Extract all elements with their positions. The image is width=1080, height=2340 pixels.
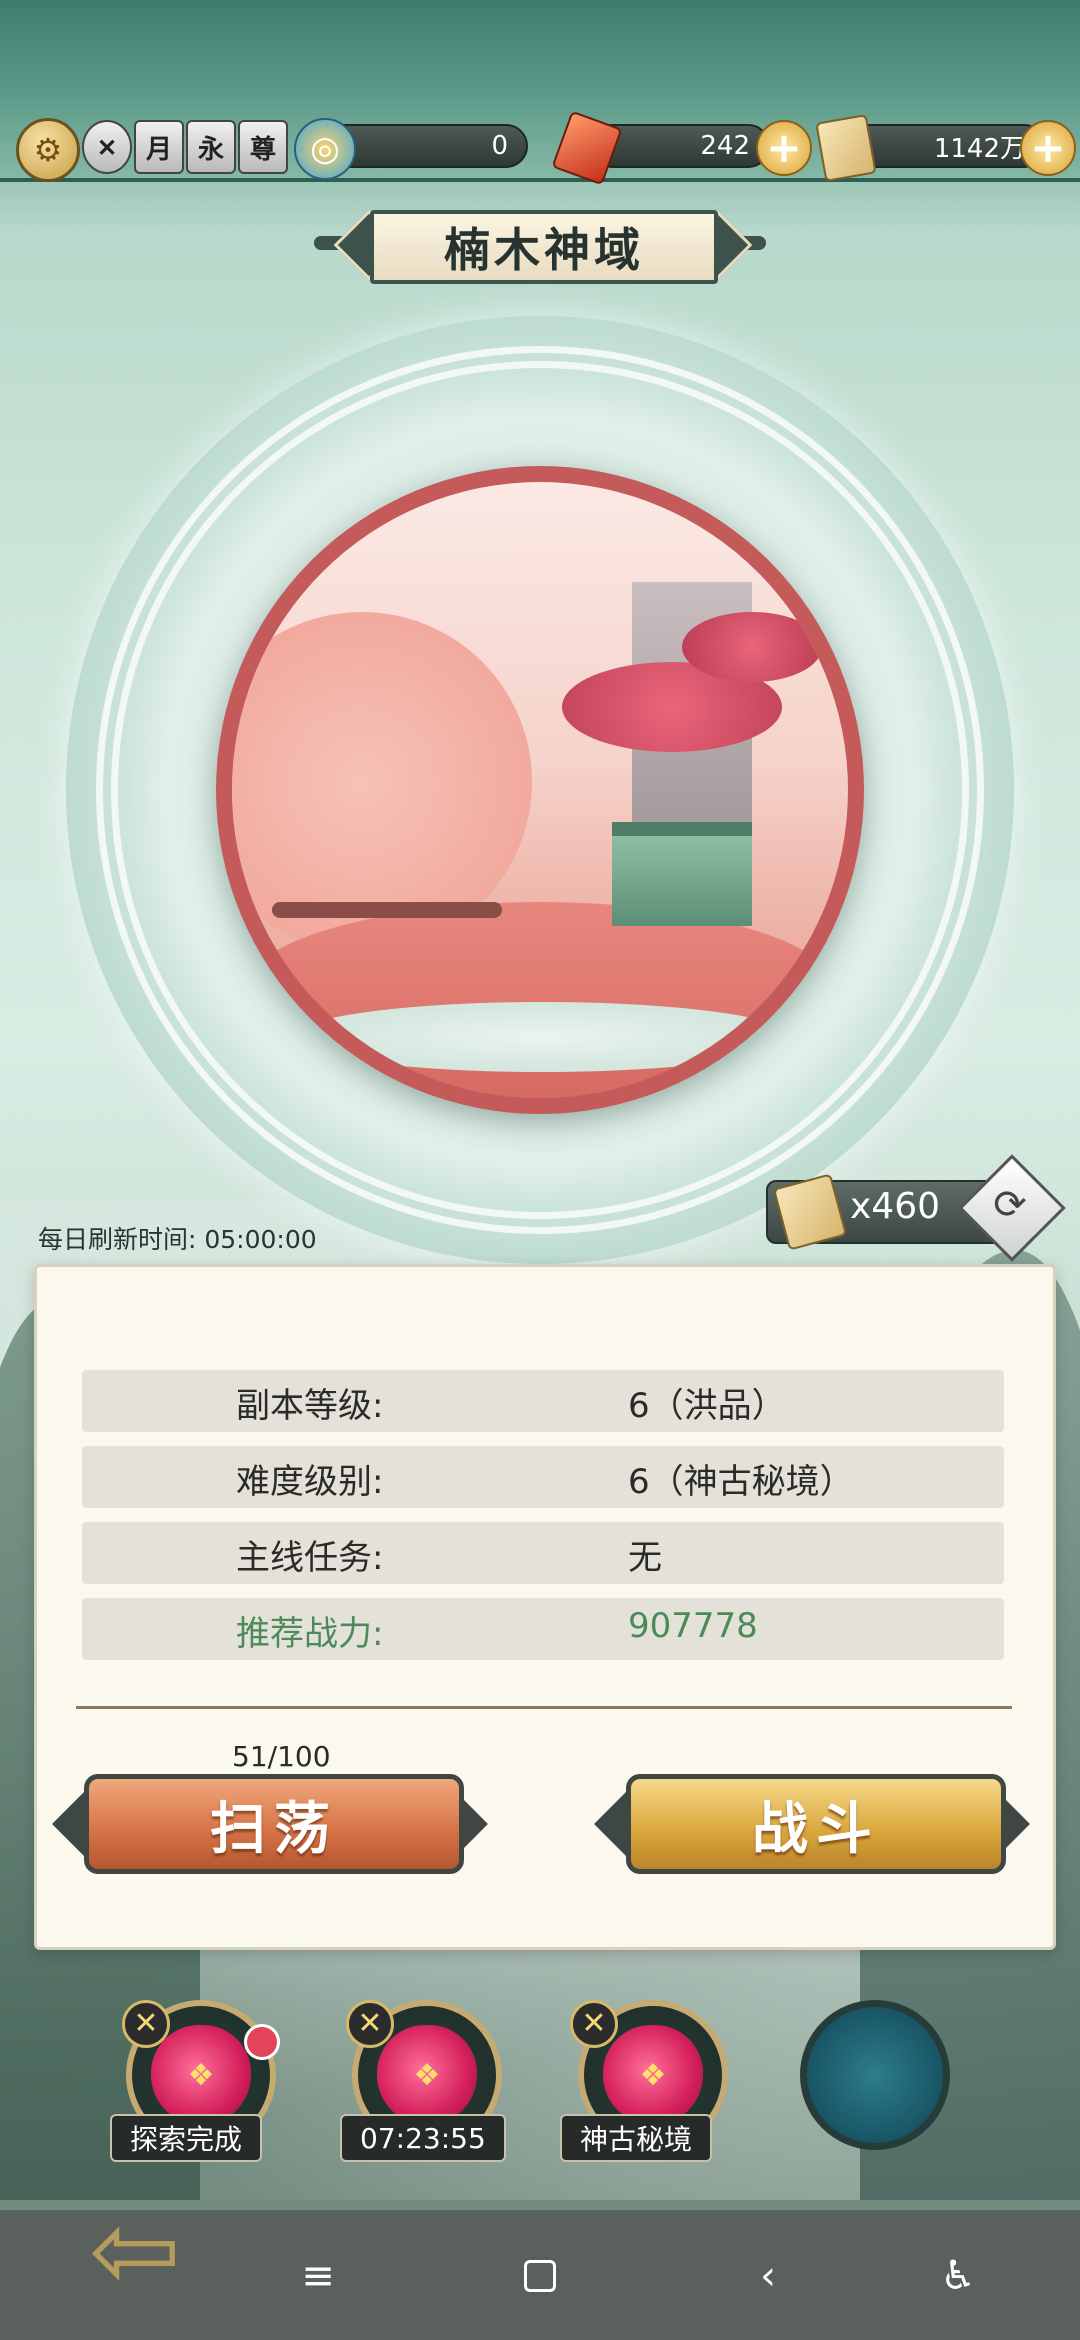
scene-water bbox=[292, 1002, 792, 1072]
scene-bridge bbox=[272, 902, 502, 918]
back-arrow-icon[interactable]: ⇦ bbox=[30, 2190, 240, 2310]
info-label: 主线任务: bbox=[236, 1538, 384, 1578]
accessibility-icon[interactable]: ♿ bbox=[928, 2246, 988, 2306]
add-scroll-button[interactable]: + bbox=[1020, 120, 1076, 176]
badge-noble-icon[interactable]: 尊 bbox=[238, 120, 288, 174]
info-label: 难度级别: bbox=[236, 1462, 384, 1502]
sweep-count: 51/100 bbox=[232, 1740, 331, 1773]
slot-label-secret-realm: 神古秘境 bbox=[560, 2114, 713, 2162]
slot-label-explore-done: 探索完成 bbox=[110, 2114, 263, 2162]
badge-month-icon[interactable]: 月 bbox=[134, 120, 184, 174]
close-icon[interactable]: ✕ bbox=[122, 2000, 170, 2048]
info-row-dungeon-level: 副本等级: 6（洪品） bbox=[82, 1370, 1004, 1432]
jade-currency-value: 0 bbox=[491, 131, 508, 161]
home-square-icon[interactable] bbox=[510, 2246, 570, 2306]
fight-button[interactable]: 战斗 bbox=[626, 1774, 1006, 1874]
info-value: 907778 bbox=[628, 1606, 758, 1646]
info-value: 6（神古秘境） bbox=[628, 1462, 854, 1502]
gem-currency-value: 242 bbox=[700, 131, 750, 161]
info-label: 副本等级: bbox=[236, 1386, 384, 1426]
jade-swirl-icon: ◎ bbox=[294, 118, 356, 180]
treasure-bag-icon: ❖ bbox=[603, 2025, 703, 2125]
dungeon-title: 楠木神域 bbox=[370, 210, 718, 284]
scroll-currency-counter: 1142万 bbox=[846, 124, 1046, 168]
slot-label-timer: 07:23:55 bbox=[340, 2114, 506, 2162]
close-icon[interactable]: ✕ bbox=[346, 2000, 394, 2048]
close-icon[interactable]: ✕ bbox=[570, 2000, 618, 2048]
dungeon-scene-image bbox=[232, 482, 848, 1098]
notification-dot bbox=[244, 2024, 280, 2060]
scene-house bbox=[612, 822, 752, 926]
scroll-currency-value: 1142万 bbox=[933, 133, 1026, 164]
info-row-recommended-power: 推荐战力: 907778 bbox=[82, 1598, 1004, 1660]
emblem-icon[interactable]: ✕ bbox=[82, 120, 132, 174]
menu-icon[interactable]: ≡ bbox=[288, 2246, 348, 2306]
scroll-icon bbox=[815, 113, 877, 183]
settings-gear-icon[interactable]: ⚙ bbox=[16, 118, 80, 182]
top-bar-border bbox=[0, 178, 1080, 182]
treasure-bag-icon: ❖ bbox=[151, 2025, 251, 2125]
treasure-slot-empty[interactable] bbox=[800, 2000, 950, 2150]
scene-sun bbox=[232, 612, 532, 952]
info-value: 6（洪品） bbox=[628, 1386, 786, 1426]
sweep-button[interactable]: 扫荡 bbox=[84, 1774, 464, 1874]
badge-forever-icon[interactable]: 永 bbox=[186, 120, 236, 174]
refresh-icon[interactable]: ⟳ bbox=[980, 1180, 1040, 1230]
treasure-bag-icon: ❖ bbox=[377, 2025, 477, 2125]
scene-tree-top bbox=[682, 612, 822, 682]
daily-refresh-time: 每日刷新时间: 05:00:00 bbox=[38, 1225, 317, 1254]
ticket-count: x460 bbox=[850, 1186, 941, 1227]
info-row-main-quest: 主线任务: 无 bbox=[82, 1522, 1004, 1584]
add-gem-button[interactable]: + bbox=[756, 120, 812, 176]
panel-divider bbox=[76, 1706, 1012, 1709]
info-value: 无 bbox=[628, 1538, 662, 1578]
info-row-difficulty: 难度级别: 6（神古秘境） bbox=[82, 1446, 1004, 1508]
info-label: 推荐战力: bbox=[236, 1614, 384, 1654]
back-chevron-icon[interactable]: ‹ bbox=[738, 2246, 798, 2306]
